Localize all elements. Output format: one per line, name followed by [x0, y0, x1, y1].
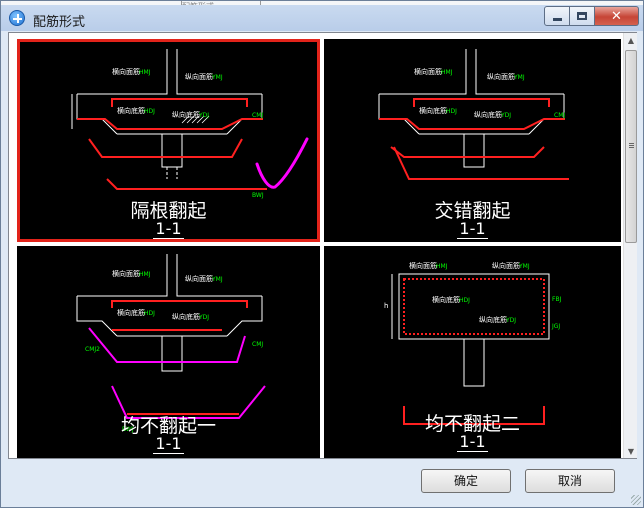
label-longitudinal-bottom: 纵向底筋 — [172, 312, 200, 321]
code-ymj: YMJ — [211, 74, 223, 81]
maximize-icon — [577, 12, 587, 20]
scroll-down-icon[interactable]: ▼ — [624, 444, 638, 458]
resize-grip-icon[interactable] — [631, 495, 641, 505]
option-tile-no-bend-one[interactable]: 横向面筋 HMJ 纵向面筋 YMJ 横向底筋 HDJ 纵向底筋 YDJ CMJ2… — [17, 246, 320, 458]
minimize-icon — [552, 17, 562, 21]
section-label: 1-1 — [153, 434, 184, 454]
code-cmj: CMJ — [252, 112, 263, 119]
code-cmj2: CMJ2 — [85, 346, 100, 353]
option-tile-alternate-bend[interactable]: 横向面筋 HMJ 纵向面筋 YMJ 横向底筋 HDJ 纵向底筋 YDJ CMJ … — [17, 39, 320, 242]
label-longitudinal-bottom: 纵向底筋 — [479, 315, 507, 324]
window-title: 配筋形式 — [33, 15, 86, 30]
options-grid: 横向面筋 HMJ 纵向面筋 YMJ 横向底筋 HDJ 纵向底筋 YDJ CMJ … — [9, 33, 621, 458]
maximize-button[interactable] — [570, 6, 595, 26]
options-panel: 横向面筋 HMJ 纵向面筋 YMJ 横向底筋 HDJ 纵向底筋 YDJ CMJ … — [8, 32, 637, 459]
code-hmj: HMJ — [441, 69, 453, 76]
code-fbj: FBJ — [552, 296, 562, 303]
section-mark: 1-1 — [324, 219, 621, 239]
window-controls: ✕ — [544, 6, 639, 26]
label-longitudinal-top: 纵向面筋 — [492, 261, 520, 270]
code-ymj: YMJ — [513, 74, 525, 81]
code-cmj: CMJ — [554, 112, 565, 119]
label-transverse-bottom: 横向底筋 — [117, 106, 145, 115]
label-longitudinal-top: 纵向面筋 — [185, 274, 213, 283]
code-ydj: YDJ — [198, 314, 209, 321]
code-hdj: HDJ — [144, 310, 155, 317]
close-icon: ✕ — [611, 8, 622, 24]
label-longitudinal-bottom: 纵向底筋 — [474, 110, 502, 119]
label-longitudinal-bottom: 纵向底筋 — [172, 110, 200, 119]
code-hmj: HMJ — [436, 263, 448, 270]
code-ymj: YMJ — [518, 263, 530, 270]
label-transverse-top: 横向面筋 — [112, 269, 140, 278]
code-hdj: HDJ — [459, 297, 470, 304]
scrollbar-thumb[interactable] — [625, 50, 637, 243]
label-transverse-bottom: 横向底筋 — [432, 295, 460, 304]
app-icon — [9, 10, 25, 26]
section-mark: 1-1 — [324, 432, 621, 452]
label-transverse-top: 横向面筋 — [112, 67, 140, 76]
section-label: 1-1 — [153, 219, 184, 239]
minimize-button[interactable] — [544, 6, 570, 26]
code-hdj: HDJ — [446, 108, 457, 115]
option-tile-staggered-bend[interactable]: 横向面筋 HMJ 纵向面筋 YMJ 横向底筋 HDJ 纵向底筋 YDJ CMJ … — [324, 39, 621, 242]
code-ymj: YMJ — [211, 276, 223, 283]
code-hmj: HMJ — [139, 69, 151, 76]
cancel-button[interactable]: 取消 — [525, 469, 615, 493]
label-transverse-bottom: 横向底筋 — [117, 308, 145, 317]
code-ydj: YDJ — [500, 112, 511, 119]
rebar-form-dialog: 配筋形式 配筋形式 ✕ — [0, 0, 644, 508]
scroll-up-icon[interactable]: ▲ — [624, 33, 638, 47]
code-cmj: CMJ — [252, 341, 263, 348]
code-ydj: YDJ — [505, 317, 516, 324]
label-transverse-bottom: 横向底筋 — [419, 106, 447, 115]
option-tile-no-bend-two[interactable]: 横向面筋 HMJ 纵向面筋 YMJ 横向底筋 HDJ 纵向底筋 YDJ h FB… — [324, 246, 621, 458]
label-longitudinal-top: 纵向面筋 — [487, 72, 515, 81]
section-label: 1-1 — [457, 219, 488, 239]
close-button[interactable]: ✕ — [595, 6, 639, 26]
code-ydj: YDJ — [198, 112, 209, 119]
title-bar[interactable]: 配筋形式 ✕ — [1, 5, 643, 31]
label-h: h — [384, 302, 388, 310]
label-transverse-top: 横向面筋 — [414, 67, 442, 76]
code-hdj: HDJ — [144, 108, 155, 115]
section-mark: 1-1 — [17, 434, 320, 454]
section-label: 1-1 — [457, 432, 488, 452]
section-mark: 1-1 — [17, 219, 320, 239]
code-jgj: JGJ — [551, 323, 560, 330]
grip-icon — [629, 143, 634, 144]
label-longitudinal-top: 纵向面筋 — [185, 72, 213, 81]
ok-button[interactable]: 确定 — [421, 469, 511, 493]
label-transverse-top: 横向面筋 — [409, 261, 437, 270]
vertical-scrollbar[interactable]: ▲ ▼ — [623, 33, 637, 458]
code-hmj: HMJ — [139, 271, 151, 278]
